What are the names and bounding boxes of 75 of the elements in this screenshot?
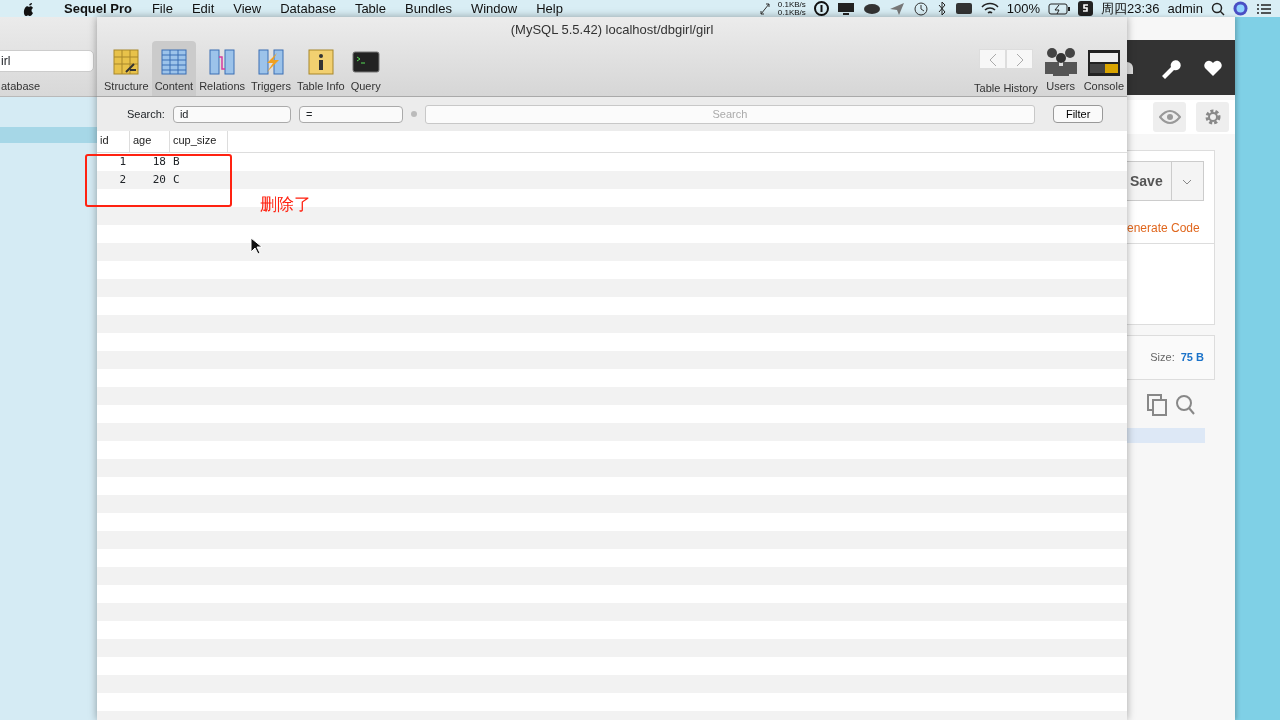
grid-icon <box>112 47 141 76</box>
memory-icon[interactable] <box>954 2 973 15</box>
users-icon <box>1043 45 1078 76</box>
table-cell-text: 18 <box>151 154 167 170</box>
battery-percent: 100% <box>1006 0 1041 17</box>
clock-icon[interactable] <box>912 0 929 17</box>
toolbar-button[interactable]: Structure <box>101 41 152 96</box>
lightning-icon <box>257 47 285 76</box>
menu-item[interactable]: Help <box>536 0 563 17</box>
app-menu[interactable]: Sequel Pro <box>64 0 132 17</box>
toolbar-label: Table History <box>974 80 1038 96</box>
cursor-icon <box>250 237 262 255</box>
table-cell-text: B <box>172 154 181 170</box>
table-cell-text: 20 <box>151 172 167 188</box>
table-icon <box>159 47 188 76</box>
menu-item[interactable]: Edit <box>191 0 215 17</box>
console-button[interactable]: Console <box>1080 41 1127 96</box>
size-label: Size: <box>1150 350 1175 366</box>
column-header[interactable]: cup_size <box>170 131 228 152</box>
field-select[interactable]: id <box>172 105 291 123</box>
siri-icon[interactable] <box>1233 1 1248 16</box>
database-select[interactable]: irl <box>0 50 94 72</box>
toolbar-button[interactable]: Query <box>347 41 384 96</box>
network-speed: 0.1KB/s <box>777 8 806 17</box>
search-field[interactable]: Search <box>424 104 1035 124</box>
table-cell-text: 2 <box>118 172 127 188</box>
toolbar-button[interactable]: Relations <box>196 41 249 96</box>
save-button[interactable]: Save <box>1127 161 1172 201</box>
menu-item[interactable]: Bundles <box>404 0 452 17</box>
clock-text[interactable]: 周四23:36 <box>1101 0 1160 17</box>
menu-item[interactable]: Table <box>354 0 386 17</box>
app-icon[interactable] <box>1078 1 1094 16</box>
wifi-icon[interactable] <box>980 2 999 15</box>
filter-button[interactable]: Filter <box>1052 105 1104 123</box>
operator-select[interactable]: = <box>298 105 403 123</box>
arrows-icon <box>759 2 770 15</box>
info-icon <box>306 47 335 76</box>
dot-icon <box>410 111 417 117</box>
menu-item[interactable]: Window <box>470 0 518 17</box>
menu-item[interactable]: Database <box>280 0 336 17</box>
settings-button[interactable] <box>1196 102 1229 132</box>
apple-icon <box>22 0 36 17</box>
console-icon <box>1087 49 1120 76</box>
eye-icon <box>1158 110 1181 124</box>
window-title: (MySQL 5.5.42) localhost/dbgirl/girl <box>509 21 715 39</box>
column-header[interactable]: age <box>130 131 170 152</box>
toolbar-button[interactable]: Triggers <box>248 41 294 96</box>
table-cell-text: 1 <box>118 154 127 170</box>
generate-code-link[interactable]: enerate Code <box>1127 219 1214 237</box>
caret-icon <box>1182 178 1193 185</box>
chevron-left-icon <box>987 52 998 67</box>
chevron-right-icon <box>1014 52 1025 67</box>
cup-icon[interactable] <box>862 2 881 15</box>
monitor-icon[interactable] <box>836 1 855 16</box>
users-button[interactable]: Users <box>1040 41 1081 96</box>
battery-icon[interactable] <box>1048 2 1071 15</box>
search-icon[interactable] <box>1211 1 1225 16</box>
search-label: Search: <box>127 106 165 122</box>
network-speed: 0.1KB/s <box>777 0 806 9</box>
toolbar-button[interactable]: Table Info <box>293 41 348 96</box>
relations-icon <box>208 47 237 76</box>
column-header[interactable]: id <box>97 131 130 152</box>
heart-icon[interactable] <box>1203 58 1223 77</box>
toolbar-label: atabase <box>1 79 41 94</box>
annotation-text: 删除了 <box>260 194 311 216</box>
table-cell-text: C <box>172 172 181 188</box>
user-name[interactable]: admin <box>1167 0 1203 17</box>
list-icon[interactable] <box>1256 2 1272 15</box>
size-value: 75 B <box>1180 350 1204 366</box>
info-icon[interactable] <box>813 1 829 16</box>
menu-item[interactable]: File <box>151 0 173 17</box>
menu-item[interactable]: View <box>233 0 262 17</box>
bluetooth-icon[interactable] <box>936 1 947 16</box>
copy-icon[interactable] <box>1147 394 1167 416</box>
toolbar-button[interactable]: Content <box>151 41 197 96</box>
